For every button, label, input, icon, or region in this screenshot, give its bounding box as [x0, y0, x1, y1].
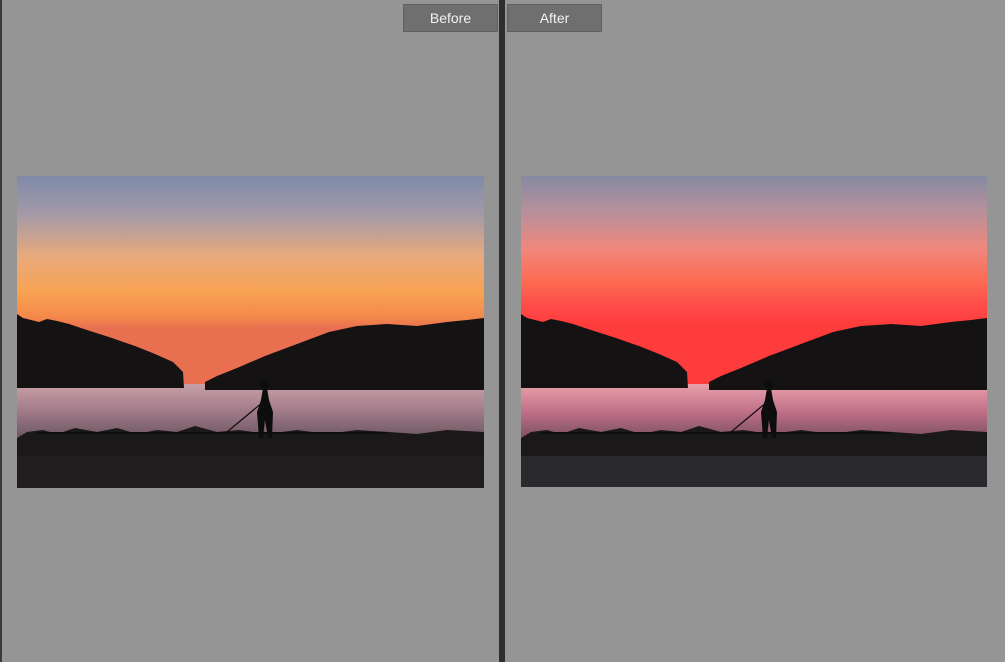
after-photo-image	[521, 176, 987, 487]
after-label[interactable]: After	[507, 4, 602, 32]
after-photo	[521, 176, 987, 487]
before-photo-image	[17, 176, 484, 488]
before-photo	[17, 176, 484, 488]
before-label[interactable]: Before	[403, 4, 498, 32]
